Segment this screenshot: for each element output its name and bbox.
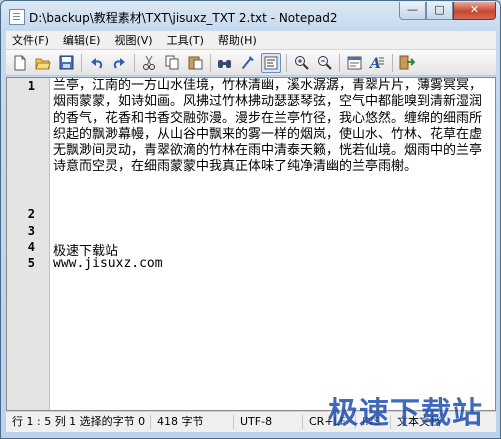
notepad2-window: D:\backup\教程素材\TXT\jisuxz_TXT 2.txt - No… [0,0,501,439]
editor-line-1: 兰亭，江南的一方山水佳境，竹林清幽，溪水潺潺，青翠片片，薄雾冥冥，烟雨蒙蒙，如诗… [53,78,483,175]
maximize-button[interactable]: □ [426,2,453,20]
open-button[interactable] [33,53,53,73]
toolbar-separator [286,53,287,72]
menu-help[interactable]: 帮助(H) [212,32,265,48]
status-position: 行 1 : 5 列 1 选择的字节 0 [6,415,151,429]
toolbar-separator [134,53,135,72]
toolbar-separator [392,53,393,72]
menu-view[interactable]: 视图(V) [108,32,160,48]
status-bytes: 418 字节 [151,415,234,429]
find-button[interactable] [215,53,235,73]
editor-area[interactable]: 1 2 3 4 5 兰亭，江南的一方山水佳境，竹林清幽，溪水潺潺，青翠片片，薄雾… [6,77,496,411]
menu-tools[interactable]: 工具(T) [161,32,212,48]
undo-button[interactable] [86,53,106,73]
replace-button[interactable] [238,53,258,73]
menu-edit[interactable]: 编辑(E) [57,32,109,48]
minimize-button[interactable]: — [399,2,426,20]
copy-icon [165,55,178,70]
open-icon [35,58,51,69]
new-button[interactable] [10,53,30,73]
exit-button[interactable] [397,53,417,73]
exit-icon [399,55,415,70]
font-button[interactable]: A [367,53,387,73]
status-encoding[interactable]: UTF-8 [234,415,303,429]
line-number: 4 [27,240,35,254]
toolbar: A [6,50,496,76]
line-number: 3 [27,224,35,238]
font-icon: A [369,56,384,70]
close-button[interactable]: ✕ [453,2,496,20]
line-number: 5 [27,256,35,270]
save-button[interactable] [56,53,76,73]
line-number: 1 [27,79,35,93]
paste-icon [188,56,202,70]
zoom-in-button[interactable] [291,53,311,73]
redo-button[interactable] [109,53,129,73]
menu-bar: 文件(F) 编辑(E) 视图(V) 工具(T) 帮助(H) [6,31,496,49]
site-watermark: 极速下载站 [328,396,483,431]
cut-icon [143,55,155,70]
editor-line-5: www.jisuxz.com [53,256,163,271]
title-bar[interactable]: D:\backup\教程素材\TXT\jisuxz_TXT 2.txt - No… [1,1,500,31]
toolbar-separator [81,53,82,72]
notepad-app-icon [9,9,25,25]
word-wrap-icon [264,56,278,69]
line-number-gutter: 1 2 3 4 5 [7,78,50,410]
replace-icon [242,56,254,69]
copy-button[interactable] [162,53,182,73]
redo-icon [113,57,125,69]
paste-button[interactable] [185,53,205,73]
toolbar-separator [210,53,211,72]
schemes-button[interactable] [344,53,364,73]
word-wrap-button[interactable] [261,52,281,73]
cut-button[interactable] [139,53,159,73]
find-icon [218,59,231,68]
zoom-out-button[interactable] [314,53,334,73]
toolbar-separator [339,53,340,72]
save-icon [59,55,73,70]
zoom-in-icon [294,56,309,70]
text-content[interactable]: 兰亭，江南的一方山水佳境，竹林清幽，溪水潺潺，青翠片片，薄雾冥冥，烟雨蒙蒙，如诗… [53,78,493,410]
schemes-icon [347,56,361,69]
undo-icon [90,57,102,69]
window-title: D:\backup\教程素材\TXT\jisuxz_TXT 2.txt - No… [29,11,338,25]
line-number: 2 [27,207,35,221]
new-icon [14,55,26,70]
zoom-out-icon [317,56,332,70]
menu-file[interactable]: 文件(F) [6,32,57,48]
